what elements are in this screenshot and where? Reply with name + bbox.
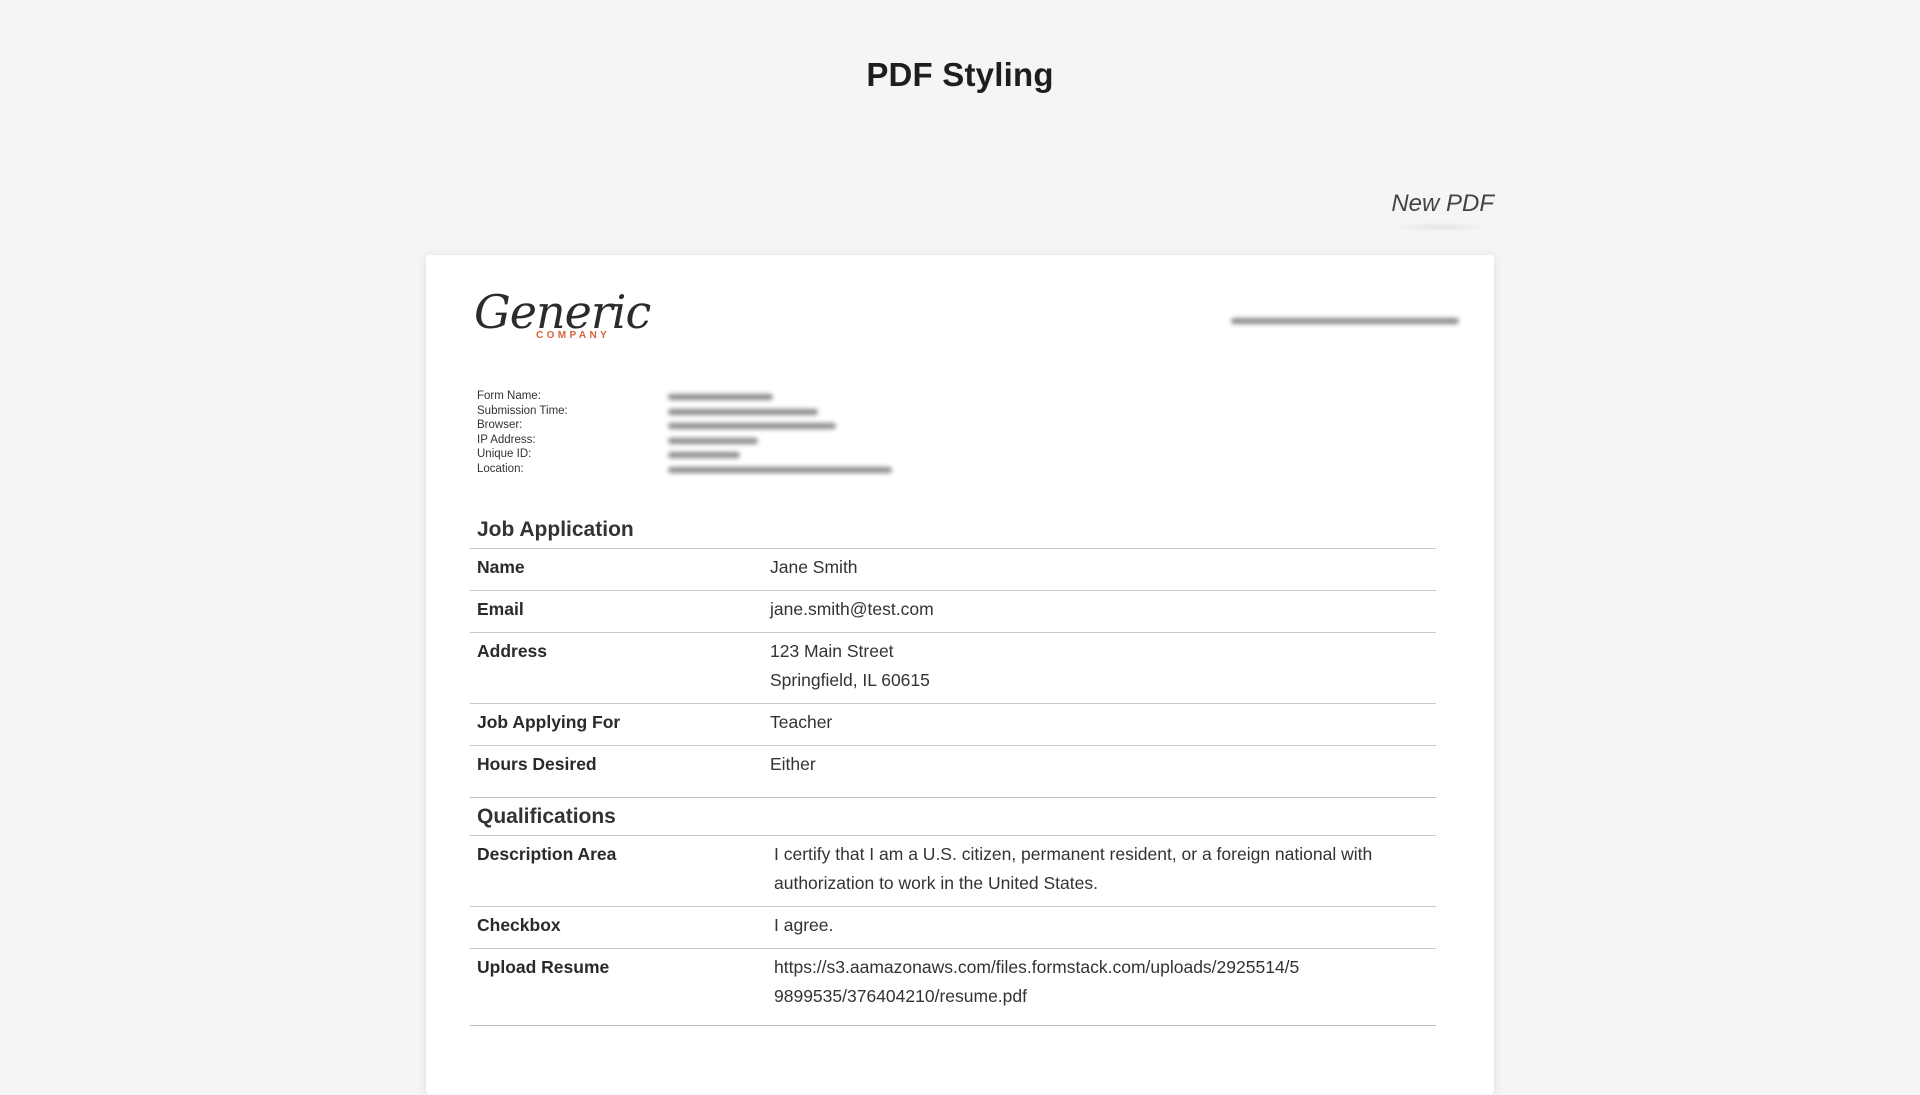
redacted-header-info xyxy=(1231,318,1459,324)
field-label: Name xyxy=(477,557,525,577)
pdf-preview-card: Generic COMPANY Form Name: Submission Ti… xyxy=(426,255,1494,1095)
field-value: Teacher xyxy=(770,698,1436,745)
page-title: PDF Styling xyxy=(866,56,1054,93)
redacted-value xyxy=(668,466,892,473)
meta-label: Submission Time: xyxy=(477,404,568,417)
field-label: Checkbox xyxy=(477,915,561,935)
field-value: I certify that I am a U.S. citizen, perm… xyxy=(770,830,1436,906)
field-label: Job Applying For xyxy=(477,712,621,732)
redacted-value xyxy=(668,452,740,459)
meta-label: Unique ID: xyxy=(477,448,532,461)
meta-label: Location: xyxy=(477,462,524,475)
field-label: Address xyxy=(477,641,548,661)
meta-label: Browser: xyxy=(477,419,523,432)
redacted-value xyxy=(668,437,758,444)
field-value: 123 Main Street Springfield, IL 60615 xyxy=(770,627,1436,703)
table-row: Address 123 Main Street Springfield, IL … xyxy=(470,633,1436,704)
field-value: I agree. xyxy=(770,901,1436,948)
value-line: 123 Main Street xyxy=(770,641,894,661)
field-label: Hours Desired xyxy=(477,754,597,774)
redacted-value xyxy=(668,423,836,430)
value-line: Jane Smith xyxy=(770,557,858,577)
new-pdf-link[interactable]: New PDF xyxy=(1391,190,1494,232)
meta-label: IP Address: xyxy=(477,433,536,446)
value-line: authorization to work in the United Stat… xyxy=(774,873,1098,893)
resume-link[interactable]: https://s3.aamazonaws.com/files.formstac… xyxy=(770,943,1436,1019)
table-row: Description Area I certify that I am a U… xyxy=(470,836,1436,907)
qualifications-section: Qualifications Description Area I certif… xyxy=(470,805,1436,1026)
redacted-value xyxy=(668,394,773,400)
value-line: jane.smith@test.com xyxy=(770,599,934,619)
field-label: Description Area xyxy=(477,844,617,864)
value-line: I certify that I am a U.S. citizen, perm… xyxy=(774,844,1373,864)
value-line: I agree. xyxy=(774,915,834,935)
meta-label: Form Name: xyxy=(477,390,541,402)
logo-sub-text: COMPANY xyxy=(536,330,611,341)
field-value: Either xyxy=(770,740,1436,787)
value-line: 9899535/376404210/resume.pdf xyxy=(774,986,1027,1006)
table-row: Upload Resume https://s3.aamazonaws.com/… xyxy=(470,949,1436,1026)
value-line: Either xyxy=(770,754,816,774)
field-label: Email xyxy=(477,599,524,619)
value-line: Springfield, IL 60615 xyxy=(770,670,930,690)
field-value: Jane Smith xyxy=(770,543,1436,590)
company-logo: Generic COMPANY xyxy=(474,285,651,361)
value-line: https://s3.aamazonaws.com/files.formstac… xyxy=(774,957,1300,977)
table-row: Hours Desired Either xyxy=(470,746,1436,798)
value-line: Teacher xyxy=(770,712,833,732)
field-value: jane.smith@test.com xyxy=(770,585,1436,632)
redacted-value xyxy=(668,408,818,415)
qualifications-table: Description Area I certify that I am a U… xyxy=(470,835,1436,1026)
job-application-section: Job Application Name Jane Smith Email ja… xyxy=(470,518,1436,798)
job-application-table: Name Jane Smith Email jane.smith@test.co… xyxy=(470,548,1436,798)
field-label: Upload Resume xyxy=(477,957,610,977)
